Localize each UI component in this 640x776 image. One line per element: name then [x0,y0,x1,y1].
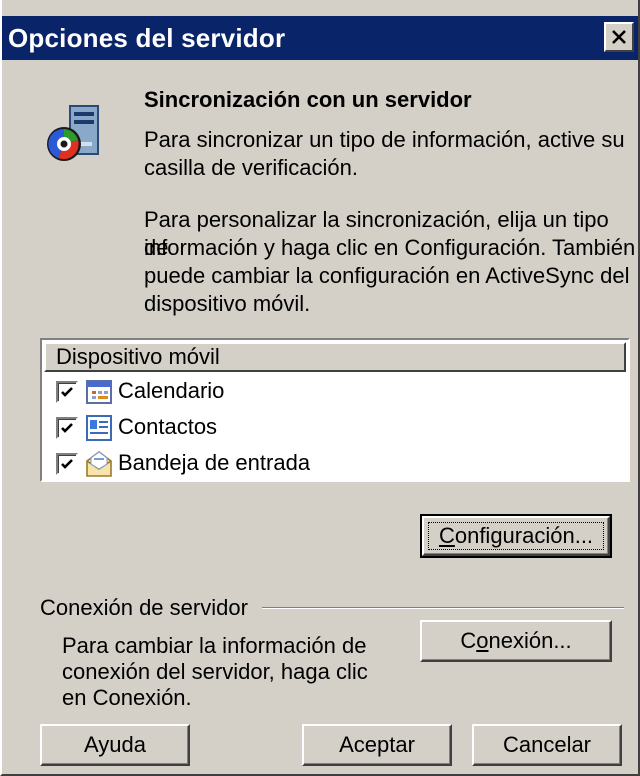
calendar-icon [86,380,112,404]
list-item-label: Calendario [118,378,225,403]
list-item-bandeja[interactable]: Bandeja de entrada [44,446,628,482]
server-connection-text: Para cambiar la información de [62,633,367,658]
checkmark-icon [61,387,73,397]
intro-text-line: Para sincronizar un tipo de información,… [144,127,625,152]
list-item-contactos[interactable]: Contactos [44,410,628,446]
conexion-button-label: Conexión... [460,628,572,653]
sync-computer-icon [47,105,99,161]
intro-text-line: puede cambiar la configuración en Active… [144,263,630,288]
intro-text-line: casilla de verificación. [144,155,358,180]
inbox-envelope-icon [86,451,112,477]
checkmark-icon [61,423,73,433]
close-icon [612,30,626,44]
cancelar-button[interactable]: Cancelar [472,724,622,766]
calendario-checkbox[interactable] [56,381,78,403]
group-divider [262,607,624,609]
ayuda-button[interactable]: Ayuda [40,724,190,766]
list-item-label: Contactos [118,414,218,439]
checkmark-icon [61,459,73,469]
section-heading: Sincronización con un servidor [144,87,472,112]
server-connection-group-label: Conexión de servidor [40,595,248,620]
window-title: Opciones del servidor [8,23,286,53]
close-button[interactable] [604,22,634,52]
contacts-card-icon [86,415,112,441]
dialog-window: Opciones del servidor Sincronización con… [0,0,640,776]
aceptar-button[interactable]: Aceptar [302,724,452,766]
cancelar-button-label: Cancelar [502,732,592,757]
conexion-button[interactable]: Conexión... [420,620,612,662]
server-connection-text: en Conexión. [62,685,192,710]
intro-text-line: dispositivo móvil. [144,291,311,316]
aceptar-button-label: Aceptar [339,732,415,757]
ayuda-button-label: Ayuda [84,732,146,757]
sync-items-list[interactable]: Dispositivo móvil Calendario Contactos B… [40,338,630,482]
intro-text-line: información y haga clic en Configuración… [144,235,636,260]
server-connection-text: conexión del servidor, haga clic [62,659,368,684]
title-bar[interactable]: Opciones del servidor [2,16,638,60]
focus-rect [428,522,604,550]
list-item-calendario[interactable]: Calendario [44,374,628,410]
list-column-header-label: Dispositivo móvil [56,344,220,369]
list-item-label: Bandeja de entrada [118,450,311,475]
bandeja-checkbox[interactable] [56,453,78,475]
list-column-header[interactable]: Dispositivo móvil [44,342,626,372]
contactos-checkbox[interactable] [56,417,78,439]
configuracion-button[interactable]: Configuración... [420,514,612,558]
